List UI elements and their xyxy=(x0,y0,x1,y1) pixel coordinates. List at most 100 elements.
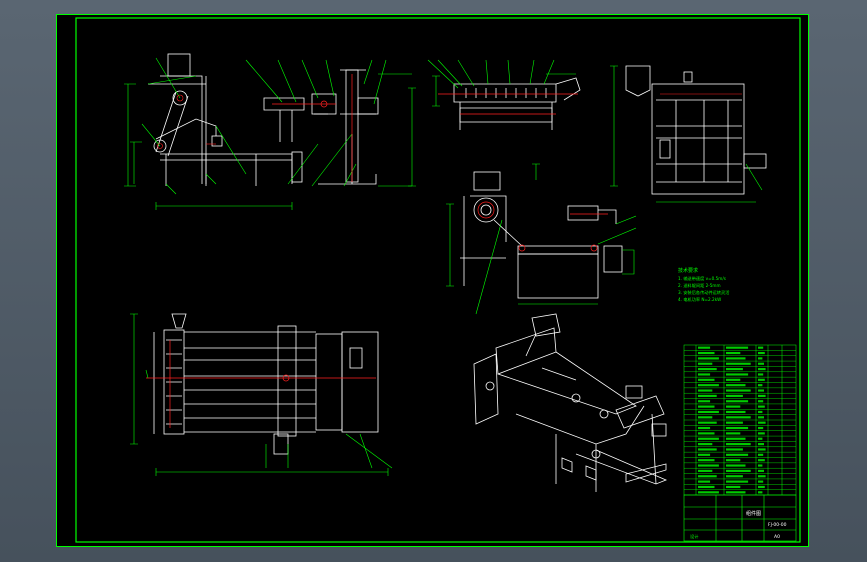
tech-req-line-1: 1. 输送带速度 v=0.5m/s xyxy=(678,275,726,282)
parts-entry-mark xyxy=(758,384,763,387)
side-view-dims xyxy=(245,59,416,187)
parts-entry-mark xyxy=(698,491,719,494)
parts-entry-mark xyxy=(758,432,765,435)
parts-entry-mark xyxy=(698,416,713,419)
parts-entry-mark xyxy=(726,357,746,360)
parts-entry-mark xyxy=(726,480,749,483)
parts-entry-mark xyxy=(758,357,763,360)
parts-entry-mark xyxy=(726,384,746,387)
parts-entry-mark xyxy=(698,485,715,489)
parts-entry-mark xyxy=(758,437,763,440)
parts-entry-mark xyxy=(726,464,746,467)
parts-entry-mark xyxy=(726,394,743,397)
parts-entry-mark xyxy=(726,448,743,451)
section-view xyxy=(460,171,623,299)
tech-req-line-3: 3. 安装后各传动件运转灵活 xyxy=(678,289,729,296)
parts-entry-mark xyxy=(698,453,711,456)
drawing-number: FJ-00-00 xyxy=(768,522,787,528)
hopper xyxy=(167,53,191,77)
parts-entry-mark xyxy=(698,426,711,430)
parts-entry-mark xyxy=(758,480,764,483)
parts-entry-mark xyxy=(698,410,719,414)
parts-entry-mark xyxy=(758,410,763,414)
parts-entry-mark xyxy=(698,384,719,387)
parts-entry-mark xyxy=(726,378,741,381)
parts-entry-mark xyxy=(758,491,763,494)
parts-entry-mark xyxy=(758,453,764,456)
parts-entry-mark xyxy=(758,448,766,451)
parts-entry-mark xyxy=(698,400,711,403)
parts-entry-mark xyxy=(758,485,765,489)
front-elevation-dims xyxy=(124,57,293,210)
parts-entry-mark xyxy=(726,400,749,403)
parts-entry-mark xyxy=(698,459,715,462)
parts-entry-mark xyxy=(726,362,751,365)
tech-req-line-2: 2. 送料辊间距 2-5mm xyxy=(678,282,721,289)
parts-entry-mark xyxy=(698,351,715,355)
parts-entry-mark xyxy=(698,432,715,435)
parts-entry-mark xyxy=(698,394,717,397)
parts-entry-mark xyxy=(758,351,765,355)
parts-entry-mark xyxy=(758,421,766,424)
tech-req-line-4: 4. 电机功率 N=2.2kW xyxy=(678,296,721,303)
parts-entry-mark xyxy=(726,491,746,494)
parts-entry-mark xyxy=(758,426,764,430)
isometric-view xyxy=(473,313,668,492)
iso-hopper xyxy=(531,313,561,337)
parts-entry-mark xyxy=(726,351,741,355)
parts-entry-mark xyxy=(698,373,711,376)
parts-entry-mark xyxy=(698,448,717,451)
parts-entry-mark xyxy=(698,378,715,381)
parts-entry-mark xyxy=(758,443,764,446)
parts-entry-mark xyxy=(758,362,764,365)
tech-req-heading: 技术要求 xyxy=(678,267,698,274)
parts-entry-mark xyxy=(758,405,765,408)
parts-entry-mark xyxy=(698,464,719,467)
roller-dims xyxy=(427,59,576,107)
parts-entry-mark xyxy=(698,480,711,483)
section-redlines xyxy=(477,201,608,252)
parts-entry-mark xyxy=(726,469,751,472)
parts-entry-mark xyxy=(726,389,751,392)
parts-entry-mark xyxy=(758,368,766,371)
parts-entry-mark xyxy=(758,378,765,381)
parts-entry-mark xyxy=(698,475,717,478)
plan-view-redlines xyxy=(146,340,376,428)
parts-entry-mark xyxy=(726,459,741,462)
parts-entry-mark xyxy=(726,453,749,456)
roller-redlines xyxy=(438,93,578,115)
parts-entry-mark xyxy=(726,368,743,371)
parts-entry-mark xyxy=(698,421,717,424)
parts-entry-mark xyxy=(758,475,766,478)
parts-list-rows xyxy=(684,350,796,490)
parts-entry-mark xyxy=(726,475,743,478)
parts-entry-mark xyxy=(698,405,715,408)
parts-entry-mark xyxy=(758,416,764,419)
parts-entry-mark xyxy=(698,389,713,392)
parts-entry-mark xyxy=(698,357,719,360)
parts-entry-mark xyxy=(758,394,766,397)
parts-entry-mark xyxy=(758,459,765,462)
parts-entry-mark xyxy=(758,400,764,403)
parts-entry-mark xyxy=(758,346,764,349)
parts-entry-mark xyxy=(726,421,743,424)
parts-entry-mark xyxy=(698,368,717,371)
parts-entry-mark xyxy=(726,426,749,430)
drawing-canvas: 技术要求 1. 输送带速度 v=0.5m/s 2. 送料辊间距 2-5mm 3.… xyxy=(56,14,809,547)
parts-entry-mark xyxy=(698,362,713,365)
parts-entry-mark xyxy=(758,464,763,467)
designer-label: 设计 xyxy=(690,533,698,540)
parts-entry-mark xyxy=(726,432,741,435)
parts-entry-mark xyxy=(698,469,713,472)
end-view-hopper xyxy=(625,65,651,97)
end-view xyxy=(625,65,767,195)
plan-view xyxy=(153,313,379,455)
parts-entry-mark xyxy=(726,485,741,489)
side-view xyxy=(263,69,379,185)
parts-entry-mark xyxy=(726,346,749,349)
plan-view-dims xyxy=(130,313,393,476)
parts-entry-mark xyxy=(726,373,749,376)
parts-entry-mark xyxy=(758,389,764,392)
cad-viewport[interactable]: 技术要求 1. 输送带速度 v=0.5m/s 2. 送料辊间距 2-5mm 3.… xyxy=(0,0,867,562)
parts-entry-mark xyxy=(726,410,746,414)
